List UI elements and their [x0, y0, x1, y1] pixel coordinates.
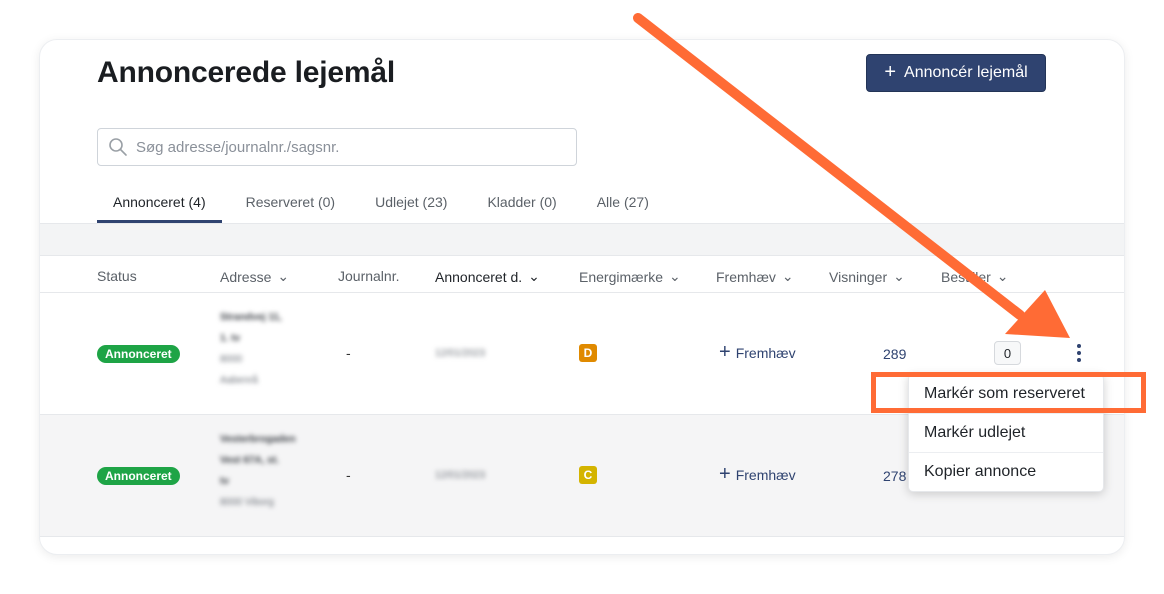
- energy-label: C: [579, 466, 597, 484]
- announced-date: 12/01/2023: [435, 470, 486, 481]
- chevron-down-icon: ⌄: [996, 268, 1009, 284]
- announce-listing-label: Annoncér lejemål: [904, 64, 1028, 81]
- tab-annonceret[interactable]: Annonceret (4): [97, 190, 222, 223]
- column-journal: Journalnr.: [338, 268, 400, 284]
- journal-number: -: [346, 467, 351, 483]
- status-badge: Annonceret: [97, 345, 180, 363]
- feature-button[interactable]: + Fremhæv: [719, 341, 796, 363]
- tab-udlejet[interactable]: Udlejet (23): [351, 190, 463, 223]
- table-header: Status Adresse ⌄ Journalnr. Annonceret d.…: [40, 255, 1124, 293]
- announce-listing-button[interactable]: + Annoncér lejemål: [866, 54, 1046, 92]
- menu-item-mark-rented[interactable]: Markér udlejet: [909, 414, 1103, 453]
- announced-date: 12/01/2023: [435, 348, 486, 359]
- orders-count: 0: [994, 341, 1021, 365]
- chevron-down-icon: ⌄: [669, 268, 681, 284]
- status-badge: Annonceret: [97, 467, 180, 485]
- search-field[interactable]: [97, 128, 577, 166]
- menu-item-copy-listing[interactable]: Kopier annonce: [909, 453, 1103, 492]
- plus-icon: +: [719, 463, 731, 485]
- search-input[interactable]: [136, 138, 556, 156]
- plus-icon: +: [719, 341, 731, 363]
- annotation-highlight: [871, 372, 1146, 413]
- energy-label: D: [579, 344, 597, 362]
- chevron-down-icon: ⌄: [528, 268, 540, 284]
- tab-bar: Annonceret (4) Reserveret (0) Udlejet (2…: [97, 190, 665, 223]
- column-orders[interactable]: Bestiller ⌄: [941, 268, 1009, 285]
- plus-icon: +: [884, 61, 897, 83]
- column-announced-date[interactable]: Annonceret d. ⌄: [435, 268, 540, 285]
- journal-number: -: [346, 345, 351, 361]
- tab-kladder[interactable]: Kladder (0): [463, 190, 572, 223]
- column-address[interactable]: Adresse ⌄: [220, 268, 289, 285]
- page-title: Annoncerede lejemål: [97, 56, 395, 89]
- address-cell[interactable]: Vesterbrogaden Vest 67A, st. tv 8000 Vib…: [220, 429, 296, 513]
- address-cell[interactable]: Strandvej 11, 1. tv 8000 Aabenrå: [220, 307, 282, 391]
- more-actions-icon[interactable]: [1075, 344, 1083, 362]
- column-views[interactable]: Visninger ⌄: [829, 268, 905, 285]
- toolbar-band: [40, 223, 1124, 255]
- tab-reserveret[interactable]: Reserveret (0): [222, 190, 351, 223]
- chevron-down-icon: ⌄: [893, 268, 905, 284]
- chevron-down-icon: ⌄: [277, 268, 290, 284]
- column-feature[interactable]: Fremhæv ⌄: [716, 268, 794, 285]
- feature-button[interactable]: + Fremhæv: [719, 463, 796, 485]
- column-status: Status: [97, 268, 137, 284]
- tab-alle[interactable]: Alle (27): [573, 190, 665, 223]
- views-count[interactable]: 289: [883, 346, 906, 362]
- views-count[interactable]: 278: [883, 468, 906, 484]
- search-icon: [109, 138, 127, 156]
- column-energy[interactable]: Energimærke ⌄: [579, 268, 681, 285]
- chevron-down-icon: ⌄: [781, 268, 794, 284]
